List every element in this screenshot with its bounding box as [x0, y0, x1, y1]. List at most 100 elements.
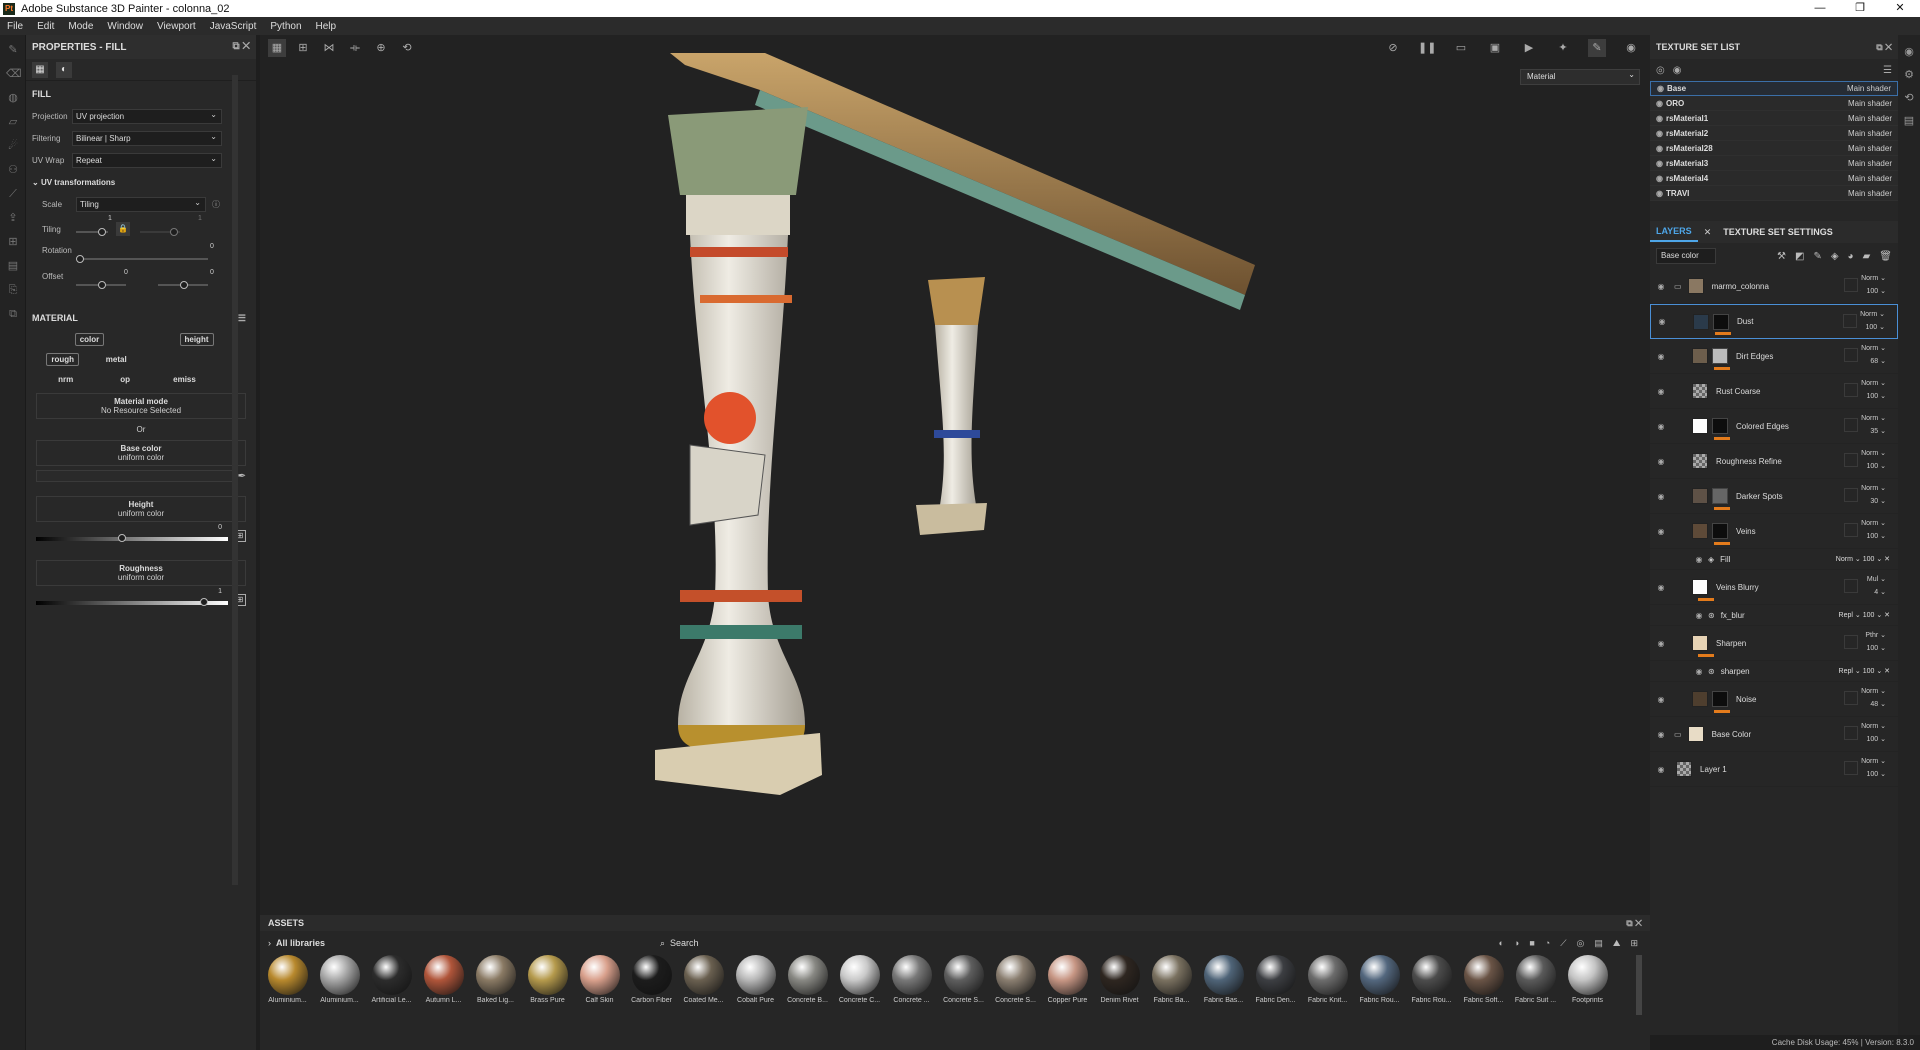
asset-thumbnail[interactable]: Fabric Soft...	[1462, 955, 1505, 1004]
add-icon[interactable]: ⊕	[372, 39, 390, 57]
asset-thumbnail[interactable]: Denim Rivet	[1098, 955, 1141, 1004]
visibility-eye-icon[interactable]: ◉	[1690, 555, 1708, 564]
projection-icon[interactable]: ◍	[6, 91, 20, 105]
menu-lines-icon[interactable]: ☰	[238, 313, 246, 324]
visibility-eye-icon[interactable]: ◉	[1652, 639, 1670, 648]
lock-icon[interactable]: 🔒	[116, 222, 130, 236]
texture-set-item[interactable]: ◉ rsMaterial3 Main shader	[1650, 156, 1898, 171]
layer-blend[interactable]: Norm	[1860, 311, 1877, 318]
layer-blend[interactable]: Norm	[1861, 415, 1878, 422]
asset-thumbnail[interactable]: Concrete C...	[838, 955, 881, 1004]
scale-select[interactable]: Tiling	[76, 196, 206, 212]
add-paint-layer-icon[interactable]: ✎	[1813, 251, 1821, 262]
add-smart-material-icon[interactable]: ◕	[1848, 251, 1854, 262]
close-tab-icon[interactable]: ✕	[1698, 227, 1718, 238]
layer-opacity[interactable]: 68	[1870, 358, 1878, 365]
clone-icon[interactable]: ⚇	[6, 163, 20, 177]
effect-blend[interactable]: Repl	[1839, 668, 1853, 675]
filter-filters-icon[interactable]: ◔	[1545, 938, 1550, 949]
menu-mode[interactable]: Mode	[61, 21, 100, 32]
texture-set-item[interactable]: ◉ rsMaterial1 Main shader	[1650, 111, 1898, 126]
grid-icon[interactable]: ▦	[268, 39, 286, 57]
filter-environments-icon[interactable]: ⛰	[1613, 938, 1621, 949]
pause-icon[interactable]: ❚❚	[1418, 39, 1436, 57]
grid-options-icon[interactable]: ⊞	[294, 39, 312, 57]
asset-thumbnail[interactable]: Fabric Ba...	[1150, 955, 1193, 1004]
roughness-slider[interactable]	[36, 598, 228, 606]
layer-blend[interactable]: Norm	[1861, 380, 1878, 387]
layer-dirt-edges[interactable]: ◉ Dirt Edges Norm ⌄ 68 ⌄	[1650, 339, 1898, 374]
effect-opacity[interactable]: 100	[1863, 668, 1875, 675]
texture-set-shader[interactable]: Main shader	[1847, 84, 1891, 93]
layer-opacity[interactable]: 100	[1867, 645, 1879, 652]
layer-opacity[interactable]: 100	[1867, 771, 1879, 778]
effect-opacity[interactable]: 100	[1863, 556, 1875, 563]
asset-thumbnail[interactable]: Fabric Den...	[1254, 955, 1297, 1004]
tiling-slider[interactable]	[76, 228, 108, 236]
base-color-slot[interactable]: Base color uniform color	[36, 440, 246, 466]
info-icon[interactable]: ⓘ	[212, 199, 220, 210]
layer-blend[interactable]: Norm	[1861, 345, 1878, 352]
minimize-icon[interactable]: —	[1800, 0, 1840, 17]
history-panel-icon[interactable]: ⟲	[1898, 91, 1920, 104]
material-tab-icon[interactable]: ◐	[56, 61, 72, 78]
tab-layers[interactable]: LAYERS	[1650, 222, 1698, 242]
asset-thumbnail[interactable]: Concrete ...	[890, 955, 933, 1004]
screenshot-icon[interactable]: ◉	[1622, 39, 1640, 57]
layer-blend[interactable]: Norm	[1861, 485, 1878, 492]
visibility-eye-icon[interactable]: ◉	[1652, 695, 1670, 704]
view-2d-icon[interactable]: ▭	[1452, 39, 1470, 57]
effect-blend[interactable]: Repl	[1839, 612, 1853, 619]
texture-set-item[interactable]: ◉ Base Main shader	[1650, 81, 1898, 96]
channel-select[interactable]: Base color	[1656, 248, 1716, 264]
layer-opacity[interactable]: 4	[1874, 589, 1878, 596]
layer-base-color-folder[interactable]: ◉ ▭ Base Color Norm ⌄ 100 ⌄	[1650, 717, 1898, 752]
layer-marmo-colonna[interactable]: ◉ ▭ marmo_colonna Norm ⌄ 100 ⌄	[1650, 269, 1898, 304]
close-panel-icon[interactable]: ⧉ ✕	[232, 41, 250, 52]
hide-all-icon[interactable]: ◎	[1656, 65, 1665, 76]
asset-thumbnail[interactable]: Fabric Knit...	[1306, 955, 1349, 1004]
log-icon[interactable]: ▤	[1898, 114, 1920, 127]
layer-sharpen[interactable]: ◉ Sharpen Pthr ⌄ 100 ⌄	[1650, 626, 1898, 661]
menu-viewport[interactable]: Viewport	[150, 21, 203, 32]
asset-thumbnail[interactable]: Concrete B...	[786, 955, 829, 1004]
layer-colored-edges[interactable]: ◉ Colored Edges Norm ⌄ 35 ⌄	[1650, 409, 1898, 444]
menu-edit[interactable]: Edit	[30, 21, 61, 32]
asset-thumbnail[interactable]: Carbon Fiber	[630, 955, 673, 1004]
layer-veins-blurry[interactable]: ◉ Veins Blurry Mul ⌄ 4 ⌄	[1650, 570, 1898, 605]
layer-blend[interactable]: Norm	[1861, 450, 1878, 457]
texture-set-shader[interactable]: Main shader	[1848, 99, 1892, 108]
asset-thumbnail[interactable]: Fabric Rou...	[1410, 955, 1453, 1004]
symmetry-icon[interactable]: ⋈	[320, 39, 338, 57]
picker-icon[interactable]: ⟋	[6, 187, 20, 201]
properties-scrollbar[interactable]	[232, 75, 238, 885]
uvwrap-select[interactable]: Repeat	[72, 152, 222, 168]
filter-brushes-icon[interactable]: ⟋	[1560, 938, 1566, 949]
display-settings-icon[interactable]: ⚙	[1898, 68, 1920, 81]
texture-set-shader[interactable]: Main shader	[1848, 174, 1892, 183]
visibility-eye-icon[interactable]: ◉	[1652, 583, 1670, 592]
asset-thumbnail[interactable]: Fabric Suit ...	[1514, 955, 1557, 1004]
rotation-slider[interactable]	[76, 255, 208, 263]
layer-blend[interactable]: Norm	[1861, 688, 1878, 695]
list-menu-icon[interactable]: ☰	[1883, 65, 1892, 76]
texture-set-shader[interactable]: Main shader	[1848, 129, 1892, 138]
layer-blend[interactable]: Norm	[1861, 520, 1878, 527]
height-slot[interactable]: Height uniform color	[36, 496, 246, 522]
channel-op[interactable]: op	[95, 369, 154, 389]
base-color-swatch[interactable]	[36, 470, 234, 482]
eye-icon[interactable]: ◉	[1657, 84, 1664, 93]
text-icon[interactable]: ▤	[6, 259, 20, 273]
viewport-3d[interactable]: ▦ ⊞ ⋈ ⟛ ⊕ ⟲ ⊘ ❚❚ ▭ ▣ ▶ ✦ ✎ ◉ Material	[260, 35, 1650, 915]
visibility-eye-icon[interactable]: ◉	[1690, 611, 1708, 620]
menu-python[interactable]: Python	[263, 21, 308, 32]
shelf-icon[interactable]: ⧉	[6, 307, 20, 321]
layer-opacity[interactable]: 100	[1867, 393, 1879, 400]
visibility-eye-icon[interactable]: ◉	[1652, 492, 1670, 501]
camera-icon[interactable]: ▶	[1520, 39, 1538, 57]
layer-blend[interactable]: Norm	[1861, 723, 1878, 730]
assets-close-icon[interactable]: ⧉ ✕	[1626, 918, 1642, 929]
measure-icon[interactable]: ⊞	[6, 235, 20, 249]
tab-texture-set-settings[interactable]: TEXTURE SET SETTINGS	[1717, 227, 1839, 237]
projection-select[interactable]: UV projection	[72, 108, 222, 124]
